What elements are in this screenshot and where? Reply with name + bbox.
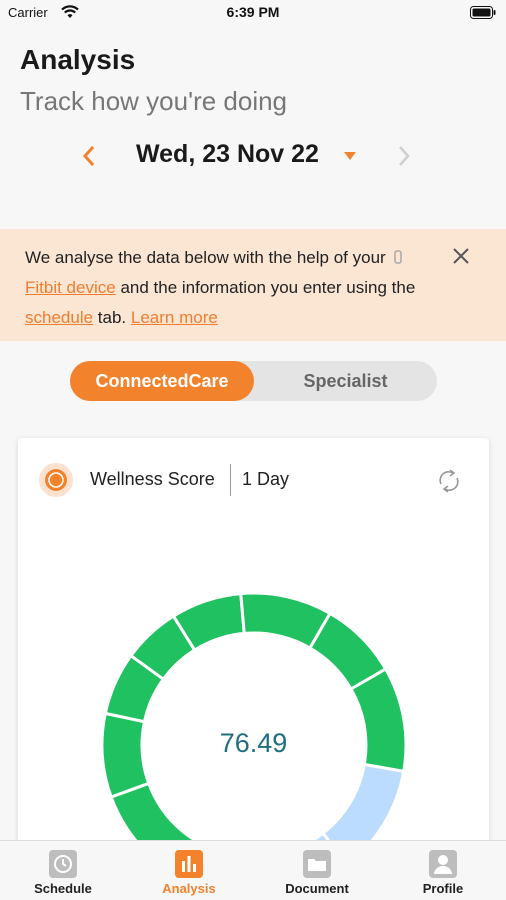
tab-analysis[interactable]: Analysis [126, 841, 252, 900]
watch-icon [394, 250, 403, 264]
tab-label: Profile [422, 881, 464, 896]
period-label: 1 Day [242, 469, 290, 489]
date-navigator: Wed, 23 Nov 22 [0, 136, 506, 176]
tab-document[interactable]: Document [254, 841, 380, 900]
status-time: 6:39 PM [226, 4, 280, 20]
bar-chart-icon [175, 850, 203, 878]
tab-profile[interactable]: Profile [380, 841, 506, 900]
selected-date[interactable]: Wed, 23 Nov 22 [136, 140, 319, 169]
person-icon [429, 850, 457, 878]
title-divider [230, 464, 231, 496]
page-title: Analysis [20, 44, 136, 75]
learn-more-link[interactable]: Learn more [131, 308, 218, 327]
card-title: Wellness Score [90, 469, 215, 489]
tab-label: Analysis [162, 881, 216, 896]
wellness-score-value: 76.49 [219, 728, 288, 758]
wellness-score-card: Wellness Score 1 Day 76.49 [18, 438, 489, 878]
battery-icon [470, 6, 496, 19]
banner-message: We analyse the data below with the help … [25, 243, 445, 333]
chevron-left-icon[interactable] [78, 142, 100, 170]
tab-label: Schedule [34, 881, 92, 896]
clock-icon [49, 850, 77, 878]
page-subtitle: Track how you're doing [20, 86, 288, 116]
tab-bar: Schedule Analysis Document Profile [0, 840, 506, 900]
segment-connectedcare[interactable]: ConnectedCare [70, 361, 254, 401]
caret-down-icon[interactable] [343, 150, 357, 162]
banner-text-part: and the information you enter using the [120, 278, 416, 297]
banner-text-part: We analyse the data below with the help … [25, 248, 386, 267]
schedule-link[interactable]: schedule [25, 308, 93, 327]
close-icon[interactable] [451, 246, 471, 266]
folder-icon [303, 850, 331, 878]
info-banner: We analyse the data below with the help … [0, 229, 506, 341]
wellness-gauge [100, 591, 408, 878]
status-bar: Carrier 6:39 PM [0, 0, 506, 26]
refresh-icon[interactable] [436, 468, 462, 494]
chevron-right-icon[interactable] [393, 142, 415, 170]
segment-specialist[interactable]: Specialist [254, 361, 437, 401]
tab-label: Document [285, 881, 349, 896]
segmented-control: ConnectedCare Specialist [70, 361, 437, 401]
wellness-score-icon [39, 463, 73, 497]
fitbit-device-link[interactable]: Fitbit device [25, 278, 116, 297]
banner-text-part: tab. [97, 308, 127, 327]
tab-schedule[interactable]: Schedule [0, 841, 126, 900]
